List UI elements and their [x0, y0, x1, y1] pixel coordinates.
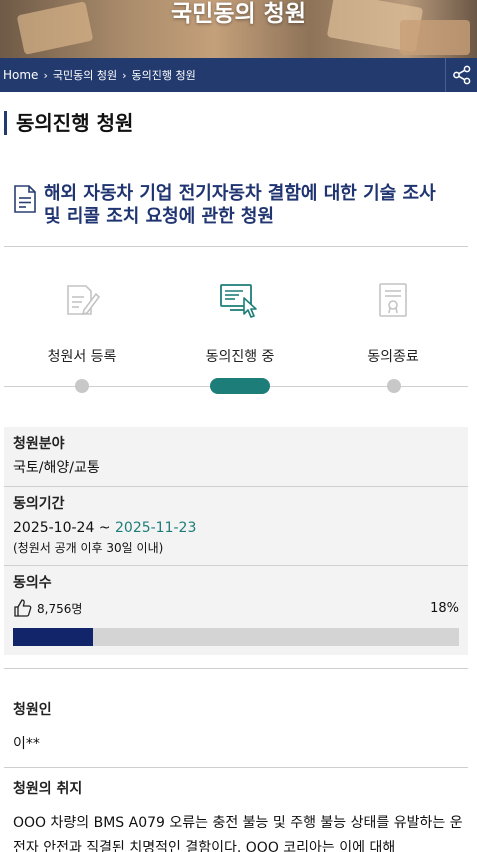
details-votes-row: 동의수 8,756명 18%	[4, 566, 468, 655]
details-field-row: 청원분야 국토/해양/교통	[4, 427, 468, 487]
field-label: 청원분야	[13, 436, 65, 452]
petition-title-line: 해외 자동차 기업 전기자동차 결함에 대한 기술 조사	[44, 183, 436, 204]
period-label: 동의기간	[13, 496, 65, 512]
petition-title-block: 해외 자동차 기업 전기자동차 결함에 대한 기술 조사 및 리콜 조치 요청에…	[12, 182, 452, 228]
step-label: 동의종료	[367, 349, 419, 365]
step-active-indicator	[210, 378, 270, 394]
document-icon	[14, 185, 36, 213]
page-title: 동의진행 청원	[4, 111, 133, 135]
share-button[interactable]	[445, 58, 477, 92]
step-label: 청원서 등록	[47, 349, 117, 365]
breadcrumb-petition-link[interactable]: 국민동의 청원	[53, 67, 117, 83]
step-dot	[75, 379, 89, 393]
breadcrumb-home-link[interactable]: Home	[3, 68, 38, 82]
period-note: (청원서 공개 이후 30일 이내)	[13, 541, 164, 555]
step-registration: 청원서 등록	[17, 280, 147, 366]
petition-details: 청원분야 국토/해양/교통 동의기간 2025-10-24 ~ 2025-11-…	[4, 427, 468, 655]
petition-title-line: 및 리콜 조치 요청에 관한 청원	[44, 206, 275, 227]
votes-label: 동의수	[13, 575, 52, 591]
document-edit-icon	[67, 285, 101, 316]
step-dot	[387, 379, 401, 393]
divider	[4, 246, 468, 247]
votes-count: 8,756명	[37, 601, 83, 616]
purpose-label: 청원의 취지	[13, 781, 83, 797]
breadcrumb-separator: ›	[122, 68, 127, 82]
period-start: 2025-10-24 ~	[13, 520, 115, 536]
purpose-text: OOO 차량의 BMS A079 오류는 충전 불능 및 주행 불능 상태를 유…	[13, 815, 463, 852]
breadcrumb-current[interactable]: 동의진행 청원	[131, 67, 195, 83]
thumbs-up-icon	[14, 599, 32, 617]
certificate-icon	[379, 283, 407, 317]
share-icon	[452, 65, 470, 85]
step-label: 동의진행 중	[205, 349, 275, 365]
votes-line: 8,756명 18%	[13, 598, 459, 618]
computer-click-icon	[220, 284, 257, 318]
field-value: 국토/해양/교통	[13, 460, 100, 476]
votes-progress-fill	[13, 628, 94, 646]
petitioner-value: 이**	[13, 736, 40, 752]
divider	[4, 767, 468, 768]
step-in-progress: 동의진행 중	[175, 280, 305, 366]
details-period-row: 동의기간 2025-10-24 ~ 2025-11-23 (청원서 공개 이후 …	[4, 487, 468, 566]
votes-progress-bar	[13, 628, 459, 646]
period-value: 2025-10-24 ~ 2025-11-23	[13, 519, 459, 537]
hero-banner: 국민동의 청원	[0, 0, 477, 60]
breadcrumb-separator: ›	[43, 68, 48, 82]
step-completed: 동의종료	[328, 280, 458, 366]
period-end: 2025-11-23	[115, 520, 197, 536]
breadcrumb-trail: Home › 국민동의 청원 › 동의진행 청원	[3, 67, 196, 83]
petition-title: 해외 자동차 기업 전기자동차 결함에 대한 기술 조사 및 리콜 조치 요청에…	[44, 182, 436, 228]
hero-title: 국민동의 청원	[171, 1, 306, 27]
breadcrumb: Home › 국민동의 청원 › 동의진행 청원	[0, 58, 477, 92]
votes-percent: 18%	[430, 600, 459, 616]
petitioner-label: 청원인	[13, 702, 52, 718]
divider	[4, 668, 468, 669]
